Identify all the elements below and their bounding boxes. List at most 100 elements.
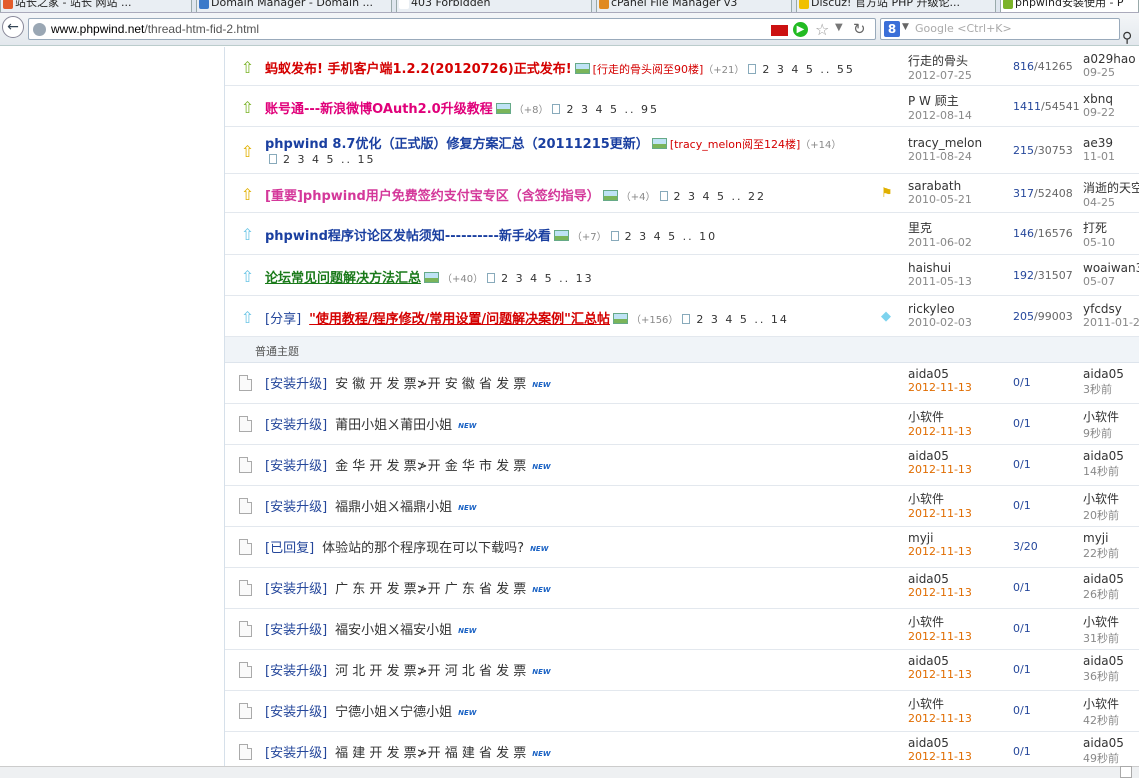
- last-post-user[interactable]: aida05: [1083, 449, 1124, 463]
- thread-row[interactable]: [安装升级] 河 北 开 发 票≯开 河 北 省 发 票 NEW aida05 2012…: [225, 650, 1139, 691]
- thread-title-link[interactable]: [分享]: [265, 312, 301, 327]
- author-name[interactable]: rickyleo: [908, 302, 955, 316]
- page-links[interactable]: 2 3 4 5 .. 10: [625, 230, 717, 243]
- last-post-user[interactable]: a029hao: [1083, 52, 1136, 66]
- last-post-user[interactable]: yfcdsy: [1083, 302, 1122, 316]
- author-name[interactable]: aida05: [908, 367, 949, 381]
- thread-title-link[interactable]: 蚂蚁发布! 手机客户端1.2.2(20120726)正式发布!: [265, 62, 572, 77]
- thread-title-link[interactable]: 福安小姐ㄨ福安小姐: [335, 623, 452, 638]
- last-post-user[interactable]: aida05: [1083, 736, 1124, 750]
- search-box[interactable]: 8 ▼ Google <Ctrl+K>: [880, 18, 1120, 40]
- thread-title-link[interactable]: 账号通---新浪微博OAuth2.0升级教程: [265, 102, 493, 117]
- thread-title-link[interactable]: 体验站的那个程序现在可以下载吗?: [322, 541, 524, 556]
- browser-tab[interactable]: Domain Manager - Domain ...: [196, 0, 392, 12]
- last-post-user[interactable]: aida05: [1083, 367, 1124, 381]
- author-name[interactable]: haishui: [908, 261, 951, 275]
- thread-title-link[interactable]: 安 徽 开 发 票≯开 安 徽 省 发 票: [335, 377, 526, 392]
- last-post-user[interactable]: 小软件: [1083, 615, 1119, 629]
- thread-category-link[interactable]: [已回复]: [265, 541, 314, 556]
- search-engine-icon[interactable]: 8: [884, 21, 900, 37]
- author-name[interactable]: 行走的骨头: [908, 54, 968, 68]
- last-post-user[interactable]: xbnq: [1083, 92, 1113, 106]
- author-name[interactable]: 小软件: [908, 492, 944, 506]
- author-name[interactable]: myji: [908, 531, 933, 545]
- thread-category-link[interactable]: [安装升级]: [265, 582, 327, 597]
- thread-row[interactable]: [安装升级] 宁德小姐ㄨ宁德小姐 NEW 小软件 2012-11-13 0/1 小软件 42秒…: [225, 691, 1139, 732]
- read-progress-note[interactable]: [行走的骨头阅至90楼]: [593, 63, 704, 76]
- thread-row[interactable]: [安装升级] 莆田小姐ㄨ莆田小姐 NEW 小软件 2012-11-13 0/1 小软件 9秒前: [225, 404, 1139, 445]
- thread-category-link[interactable]: [安装升级]: [265, 705, 327, 720]
- thread-title-link[interactable]: 莆田小姐ㄨ莆田小姐: [335, 418, 452, 433]
- resize-grip[interactable]: [1120, 766, 1132, 778]
- author-name[interactable]: P W 顾主: [908, 94, 959, 108]
- last-post-user[interactable]: 打死: [1083, 221, 1107, 235]
- sticky-thread-row[interactable]: ⇧ [分享] "使用教程/程序修改/常用设置/问题解决案例"汇总帖 （+156） 2 3…: [225, 296, 1139, 337]
- reload-icon[interactable]: ↻: [853, 20, 866, 38]
- browser-tab[interactable]: phpwind安装使用 - P: [1000, 0, 1139, 12]
- author-name[interactable]: tracy_melon: [908, 136, 982, 150]
- page-links[interactable]: 2 3 4 5 .. 95: [566, 103, 658, 116]
- author-name[interactable]: 小软件: [908, 615, 944, 629]
- url-text[interactable]: www.phpwind.net/thread-htm-fid-2.html: [51, 22, 259, 36]
- page-links[interactable]: 2 3 4 5 .. 13: [501, 272, 593, 285]
- sticky-thread-row[interactable]: ⇧ phpwind 8.7优化（正式版）修复方案汇总（20111215更新） [tr…: [225, 127, 1139, 174]
- last-post-user[interactable]: 小软件: [1083, 492, 1119, 506]
- thread-title-link[interactable]: 广 东 开 发 票≯开 广 东 省 发 票: [335, 582, 526, 597]
- thread-row[interactable]: [安装升级] 福安小姐ㄨ福安小姐 NEW 小软件 2012-11-13 0/1 小软件 31秒…: [225, 609, 1139, 650]
- author-name[interactable]: aida05: [908, 572, 949, 586]
- last-post-user[interactable]: myji: [1083, 531, 1108, 545]
- thread-category-link[interactable]: [安装升级]: [265, 500, 327, 515]
- sticky-thread-row[interactable]: ⇧ [重要]phpwind用户免费签约支付宝专区（含签约指导） （+4） 2 3 4 …: [225, 174, 1139, 213]
- author-name[interactable]: aida05: [908, 654, 949, 668]
- last-post-user[interactable]: 小软件: [1083, 697, 1119, 711]
- last-post-user[interactable]: 小软件: [1083, 410, 1119, 424]
- sticky-thread-row[interactable]: ⇧ phpwind程序讨论区发帖须知----------新手必看 （+7） 2 3 4…: [225, 213, 1139, 255]
- thread-title-link[interactable]: 河 北 开 发 票≯开 河 北 省 发 票: [335, 664, 526, 679]
- thread-category-link[interactable]: [安装升级]: [265, 623, 327, 638]
- thread-row[interactable]: [安装升级] 金 华 开 发 票≯开 金 华 市 发 票 NEW aida05 2012…: [225, 445, 1139, 486]
- search-icon[interactable]: ⚲: [1122, 30, 1132, 46]
- page-links[interactable]: 2 3 4 5 .. 14: [696, 313, 788, 326]
- thread-title-link[interactable]: [重要]phpwind用户免费签约支付宝专区（含签约指导）: [265, 189, 600, 204]
- thread-title-link[interactable]: 福鼎小姐ㄨ福鼎小姐: [335, 500, 452, 515]
- thread-title-link[interactable]: "使用教程/程序修改/常用设置/问题解决案例"汇总帖: [309, 312, 610, 327]
- thread-title-link[interactable]: phpwind程序讨论区发帖须知----------新手必看: [265, 229, 551, 244]
- thread-row[interactable]: [安装升级] 福鼎小姐ㄨ福鼎小姐 NEW 小软件 2012-11-13 0/1 小软件 20秒…: [225, 486, 1139, 527]
- bookmark-star-icon[interactable]: ☆: [815, 20, 829, 39]
- thread-category-link[interactable]: [安装升级]: [265, 664, 327, 679]
- author-name[interactable]: 小软件: [908, 697, 944, 711]
- browser-tab[interactable]: cPanel File Manager v3: [596, 0, 792, 12]
- author-name[interactable]: aida05: [908, 736, 949, 750]
- author-name[interactable]: sarabath: [908, 179, 961, 193]
- search-engine-dropdown-icon[interactable]: ▼: [902, 22, 909, 32]
- read-progress-note[interactable]: [tracy_melon阅至124楼]: [670, 138, 800, 151]
- last-post-user[interactable]: woaiwan3: [1083, 261, 1139, 275]
- thread-category-link[interactable]: [安装升级]: [265, 459, 327, 474]
- go-icon[interactable]: ▶: [793, 22, 808, 37]
- thread-row[interactable]: [安装升级] 安 徽 开 发 票≯开 安 徽 省 发 票 NEW aida05 2012…: [225, 363, 1139, 404]
- page-links[interactable]: 2 3 4 5 .. 55: [762, 63, 854, 76]
- thread-title-link[interactable]: 福 建 开 发 票≯开 福 建 省 发 票: [335, 746, 526, 761]
- thread-category-link[interactable]: [安装升级]: [265, 746, 327, 761]
- thread-row[interactable]: [安装升级] 广 东 开 发 票≯开 广 东 省 发 票 NEW aida05 2012…: [225, 568, 1139, 609]
- url-bar[interactable]: www.phpwind.net/thread-htm-fid-2.html ▶ …: [28, 18, 876, 40]
- back-button[interactable]: ←: [2, 16, 24, 38]
- author-name[interactable]: 里克: [908, 221, 932, 235]
- page-links[interactable]: 2 3 4 5 .. 15: [283, 153, 375, 166]
- thread-row[interactable]: [已回复] 体验站的那个程序现在可以下载吗? NEW myji 2012-11-13 3/…: [225, 527, 1139, 568]
- sticky-thread-row[interactable]: ⇧ 论坛常见问题解决方法汇总 （+40） 2 3 4 5 .. 13 haishui 20…: [225, 255, 1139, 296]
- page-links[interactable]: 2 3 4 5 .. 22: [674, 190, 766, 203]
- thread-title-link[interactable]: phpwind 8.7优化（正式版）修复方案汇总（20111215更新）: [265, 137, 649, 152]
- browser-tab[interactable]: Discuz! 官方站 PHP 升级论...: [796, 0, 996, 12]
- history-dropdown-icon[interactable]: ▼: [835, 22, 843, 33]
- last-post-user[interactable]: 消逝的天空: [1083, 181, 1139, 195]
- author-name[interactable]: aida05: [908, 449, 949, 463]
- thread-category-link[interactable]: [安装升级]: [265, 418, 327, 433]
- sticky-thread-row[interactable]: ⇧ 账号通---新浪微博OAuth2.0升级教程 （+8） 2 3 4 5 .. 95…: [225, 86, 1139, 127]
- thread-title-link[interactable]: 论坛常见问题解决方法汇总: [265, 271, 421, 286]
- thread-title-link[interactable]: 金 华 开 发 票≯开 金 华 市 发 票: [335, 459, 526, 474]
- browser-tab[interactable]: 站长之家 - 站长 网站 ...: [0, 0, 192, 12]
- last-post-user[interactable]: ae39: [1083, 136, 1113, 150]
- author-name[interactable]: 小软件: [908, 410, 944, 424]
- last-post-user[interactable]: aida05: [1083, 572, 1124, 586]
